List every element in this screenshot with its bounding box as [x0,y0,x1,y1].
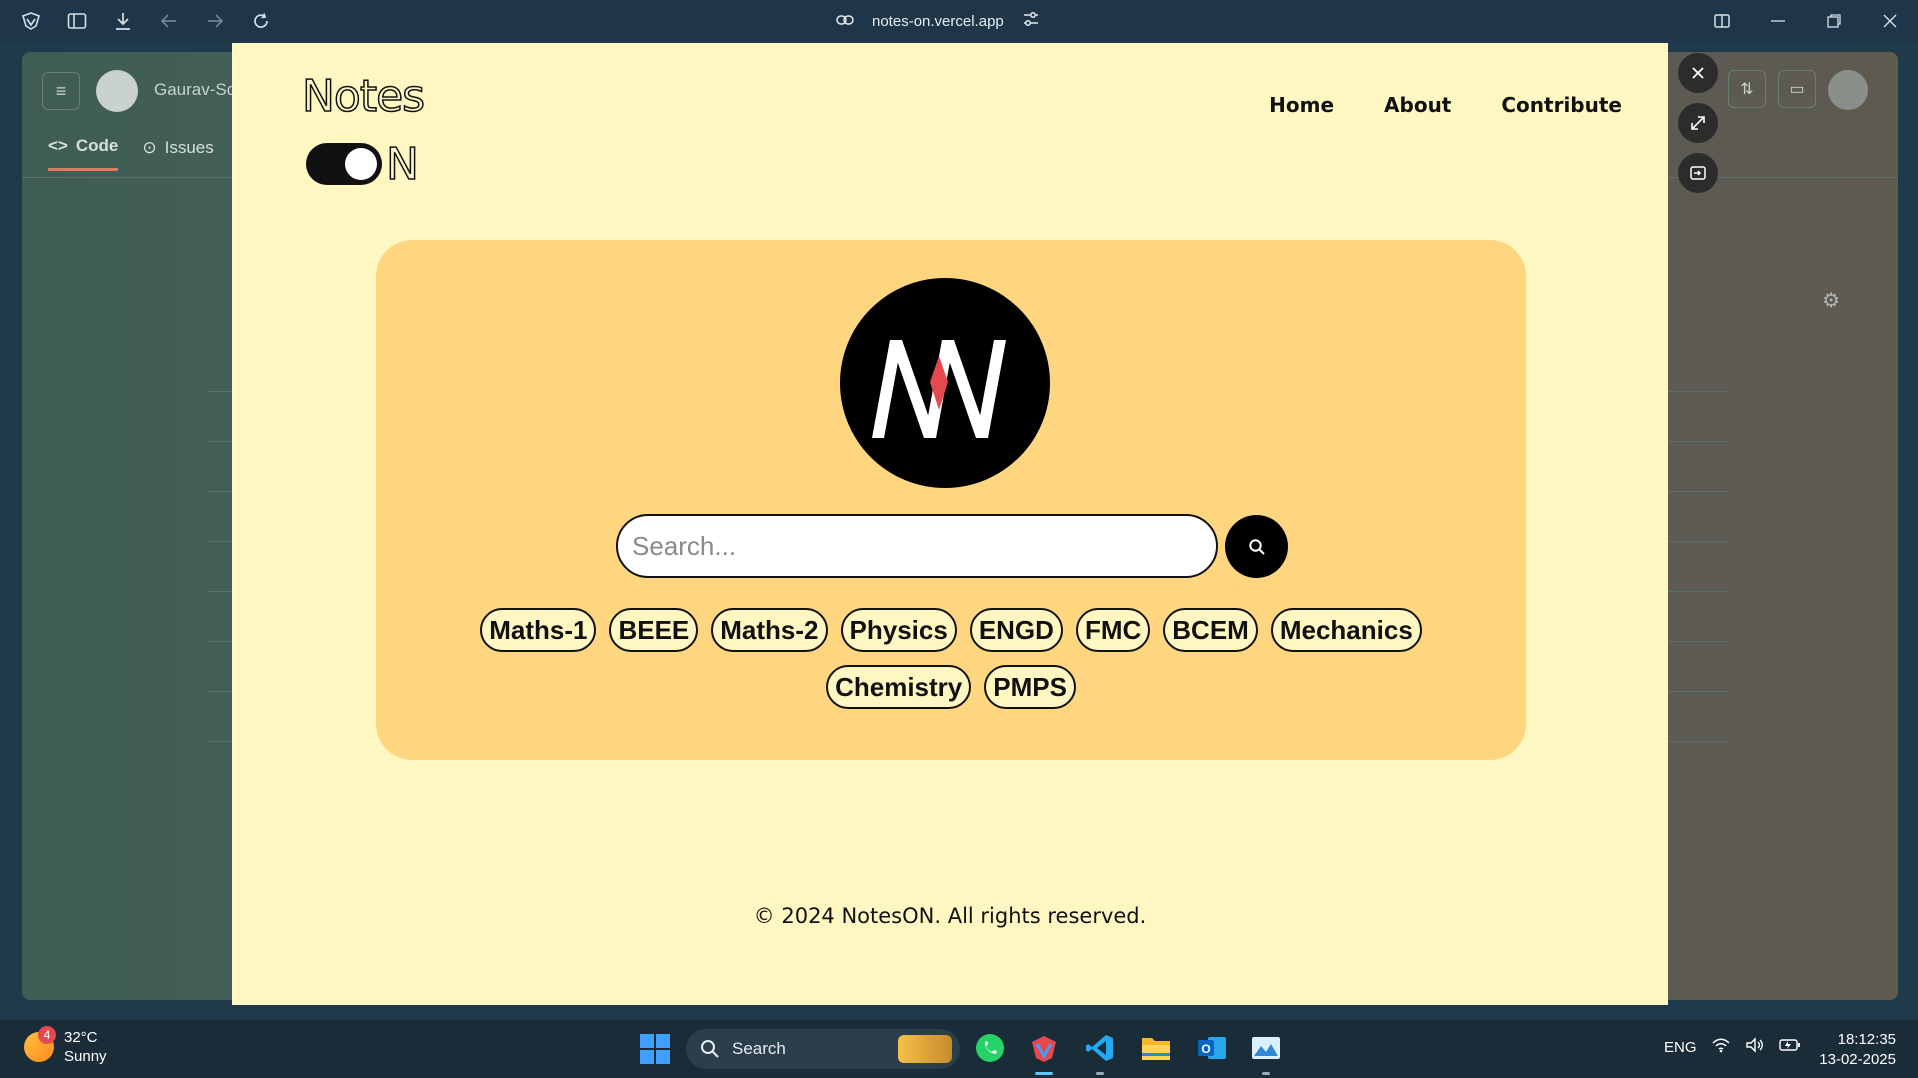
browser-logo-icon[interactable] [18,8,44,34]
minimize-button[interactable] [1750,0,1806,42]
whatsapp-icon[interactable] [972,1030,1008,1066]
outlook-icon[interactable]: O [1194,1030,1230,1066]
system-tray: ENG [1664,1037,1801,1057]
subject-chip-engd[interactable]: ENGD [969,608,1063,652]
address-bar[interactable]: notes-on.vercel.app [836,8,1040,34]
subject-chip-maths-1[interactable]: Maths-1 [480,608,597,652]
nav-contribute[interactable]: Contribute [1501,93,1622,117]
subject-chip-fmc[interactable]: FMC [1075,608,1151,652]
back-arrow-icon[interactable] [156,8,182,34]
logo-letter-n: N [385,138,419,191]
subject-list: Maths-1 BEEE Maths-2 Physics ENGD FMC BC… [416,608,1486,709]
notes-on-logo[interactable]: Notes N [301,70,432,191]
main-nav: Home About Contribute [1269,93,1622,117]
browser-icon[interactable] [1026,1030,1062,1075]
nav-about[interactable]: About [1384,93,1451,117]
tab-code-label: Code [75,136,119,155]
download-icon[interactable] [110,8,136,34]
repo-tabs: <> Code ⊙ Issues [48,136,214,171]
open-in-tab-icon [1690,166,1706,180]
settings-gear-icon[interactable]: ⚙ [1822,288,1840,313]
wifi-icon[interactable] [1711,1037,1731,1057]
tab-issues[interactable]: ⊙ Issues [142,136,213,171]
nav-home[interactable]: Home [1269,93,1334,117]
start-button[interactable] [640,1034,670,1064]
expand-icon [1691,116,1705,130]
close-icon [1692,67,1704,79]
subject-chip-physics[interactable]: Physics [840,608,957,652]
pull-requests-icon[interactable]: ⇅ [1728,70,1766,108]
footer-copyright: © 2024 NotesON. All rights reserved. [753,904,1147,928]
search-icon [1248,538,1265,555]
url-text[interactable]: notes-on.vercel.app [872,13,1004,30]
vscode-icon[interactable] [1082,1030,1118,1075]
issues-icon: ⊙ [142,137,157,157]
inbox-icon[interactable]: ▭ [1778,70,1816,108]
sidebar-toggle-icon[interactable] [64,8,90,34]
language-indicator[interactable]: ENG [1664,1039,1697,1056]
notes-on-emblem-icon [840,278,1050,488]
subject-chip-mechanics[interactable]: Mechanics [1270,608,1422,652]
browser-titlebar: notes-on.vercel.app [0,0,1918,42]
search-button[interactable] [1225,515,1288,578]
forward-arrow-icon[interactable] [202,8,228,34]
notification-badge: 4 [38,1026,56,1044]
taskbar: 4 32°C Sunny Search O ENG 18:12:35 13-02… [0,1020,1918,1078]
subject-chip-beee[interactable]: BEEE [609,608,699,652]
tab-code[interactable]: <> Code [48,136,119,171]
reload-icon[interactable] [248,8,274,34]
hamburger-menu-icon[interactable]: ≡ [42,72,80,110]
search-icon [701,1040,719,1058]
restore-button[interactable] [1806,0,1862,42]
photos-icon[interactable] [1248,1030,1284,1075]
expand-preview-button[interactable] [1678,103,1718,143]
open-in-tab-button[interactable] [1678,153,1718,193]
hero-card: Maths-1 BEEE Maths-2 Physics ENGD FMC BC… [376,240,1526,760]
close-window-button[interactable] [1862,0,1918,42]
taskbar-search[interactable]: Search [686,1029,960,1069]
tab-issues-label: Issues [164,137,214,157]
sun-icon: 4 [24,1026,56,1062]
subject-chip-bcem[interactable]: BCEM [1163,608,1258,652]
weather-condition: Sunny [64,1048,107,1065]
logo-word-notes: Notes [301,70,426,123]
search-input[interactable] [616,514,1218,578]
taskbar-search-label: Search [732,1039,786,1058]
volume-icon[interactable] [1745,1037,1765,1057]
close-preview-button[interactable] [1678,53,1718,93]
clock-date: 13-02-2025 [1819,1051,1896,1068]
subject-chip-chemistry[interactable]: Chemistry [826,665,972,709]
clock-time: 18:12:35 [1837,1031,1896,1048]
battery-icon[interactable] [1778,1038,1801,1056]
system-clock[interactable]: 18:12:35 13-02-2025 [1819,1030,1896,1070]
site-settings-icon[interactable] [1022,11,1040,31]
repo-owner-name[interactable]: Gaurav-Sc [154,80,235,100]
toggle-icon [306,143,382,185]
github-logo-icon [96,70,138,112]
link-icon [836,13,854,30]
weather-temp: 32°C [64,1029,98,1046]
file-explorer-icon[interactable] [1138,1030,1174,1066]
avatar[interactable] [1828,70,1868,110]
svg-text:O: O [1201,1042,1210,1056]
weather-widget[interactable]: 4 32°C Sunny [24,1026,107,1066]
subject-chip-pmps[interactable]: PMPS [984,665,1076,709]
split-view-icon[interactable] [1694,0,1750,42]
background-header-actions: ⇅ ▭ [1728,70,1868,110]
code-icon: <> [48,136,68,155]
search-highlight-art-icon [898,1035,952,1063]
notes-on-app: Notes N Home About Contribute Maths-1 BE… [232,43,1668,1005]
subject-chip-maths-2[interactable]: Maths-2 [711,608,828,652]
